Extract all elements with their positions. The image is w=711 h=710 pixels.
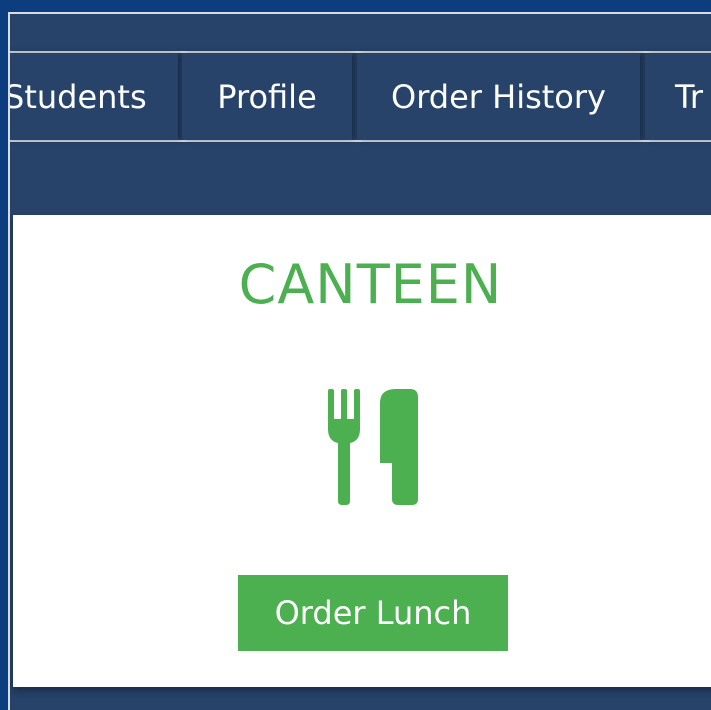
nav-item-label: Profile: [217, 77, 317, 116]
nav-item-truncated[interactable]: Tr: [645, 53, 711, 140]
canteen-card: CANTEEN Order Lunch: [13, 215, 711, 687]
cutlery-icon: [328, 389, 418, 505]
app-frame: Students Profile Order History Tr CANTEE…: [8, 12, 711, 710]
nav-item-label: Tr: [675, 77, 703, 116]
top-bar: [10, 14, 711, 53]
main-nav: Students Profile Order History Tr: [10, 53, 711, 142]
nav-item-label: Order History: [391, 77, 606, 116]
knife-icon: [380, 389, 418, 505]
nav-item-label: Students: [8, 77, 147, 116]
nav-item-profile[interactable]: Profile: [182, 53, 352, 140]
order-lunch-button[interactable]: Order Lunch: [238, 575, 508, 651]
nav-item-order-history[interactable]: Order History: [357, 53, 640, 140]
fork-icon: [328, 389, 360, 505]
card-title: CANTEEN: [238, 253, 503, 316]
nav-item-students[interactable]: Students: [8, 53, 178, 140]
